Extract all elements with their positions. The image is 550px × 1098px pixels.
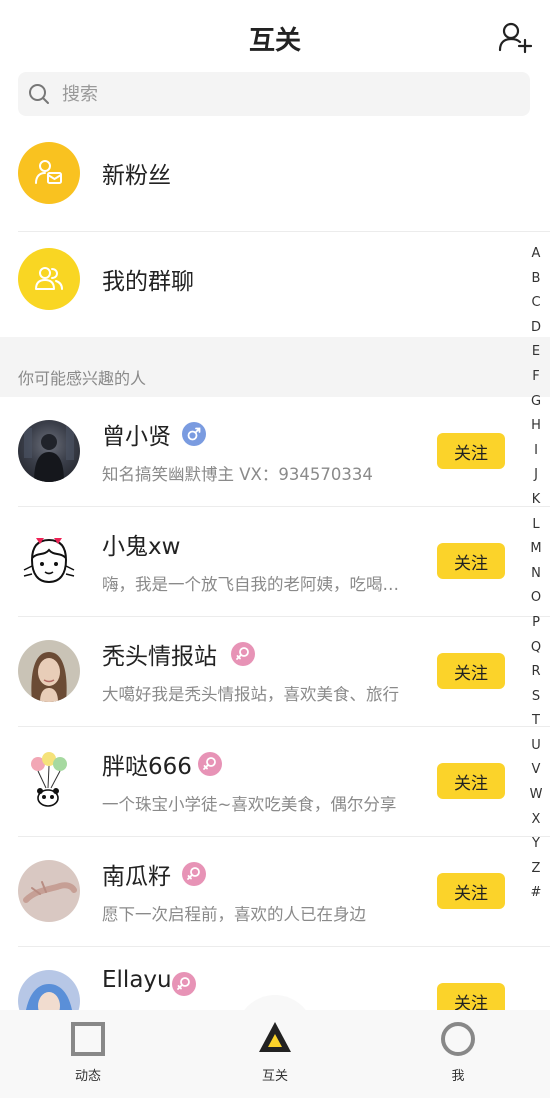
suggestion-row[interactable]: 秃头情报站 大噶好我是秃头情报站，喜欢美食、旅行 关注: [0, 617, 550, 727]
follow-button[interactable]: 关注: [437, 873, 505, 909]
new-fans-label: 新粉丝: [102, 163, 171, 189]
alphabet-letter[interactable]: J: [524, 463, 548, 488]
user-desc: 嗨，我是一个放飞自我的老阿姨，吃喝玩乐: [102, 575, 412, 594]
alphabet-letter[interactable]: N: [524, 562, 548, 587]
nav-label: 互关: [261, 1069, 288, 1084]
avatar-image: [31, 652, 67, 702]
nav-label: 动态: [74, 1069, 101, 1084]
user-name: 秃头情报站: [102, 644, 217, 670]
avatar[interactable]: [18, 420, 80, 482]
alphabet-index[interactable]: A B C D E F G H I J K L M N O P Q R S T U V W X Y Z #: [524, 242, 548, 906]
avatar[interactable]: [18, 640, 80, 702]
group-chat-entry[interactable]: 我的群聊: [0, 232, 550, 337]
group-chat-icon: [35, 267, 63, 290]
alphabet-letter[interactable]: S: [524, 685, 548, 710]
alphabet-letter[interactable]: X: [524, 808, 548, 833]
alphabet-letter[interactable]: C: [524, 291, 548, 316]
user-name: 南瓜籽: [102, 864, 171, 890]
alphabet-letter[interactable]: F: [524, 365, 548, 390]
user-desc: 一个珠宝小学徒~喜欢吃美食，偶尔分享: [102, 795, 397, 814]
header: 互关: [0, 0, 550, 72]
alphabet-letter[interactable]: T: [524, 709, 548, 734]
avatar-image: [24, 426, 74, 482]
search-input[interactable]: [62, 72, 502, 116]
suggestion-row[interactable]: 曾小贤 知名搞笑幽默博主 VX：934570334 关注: [0, 397, 550, 507]
page-title: 互关: [248, 26, 301, 56]
new-fans-entry[interactable]: 新粉丝: [0, 126, 550, 231]
female-icon: [198, 752, 222, 776]
section-header: 你可能感兴趣的人: [0, 337, 550, 397]
alphabet-letter[interactable]: #: [524, 881, 548, 906]
search-bar[interactable]: [18, 72, 530, 116]
nav-label: 我: [451, 1069, 465, 1084]
female-icon: [172, 972, 196, 996]
group-chat-badge: [18, 248, 80, 310]
alphabet-letter[interactable]: D: [524, 316, 548, 341]
user-desc: 愿下一次启程前，喜欢的人已在身边: [102, 905, 366, 924]
follow-button[interactable]: 关注: [437, 543, 505, 579]
alphabet-letter[interactable]: B: [524, 267, 548, 292]
new-fans-badge: [18, 142, 80, 204]
search-icon: [29, 84, 49, 104]
follow-button[interactable]: 关注: [437, 433, 505, 469]
add-friend-icon[interactable]: [498, 20, 532, 54]
user-name: Ellayu: [102, 967, 172, 993]
alphabet-letter[interactable]: G: [524, 390, 548, 415]
alphabet-letter[interactable]: V: [524, 758, 548, 783]
alphabet-letter[interactable]: Z: [524, 857, 548, 882]
circle-icon: [441, 1022, 475, 1056]
alphabet-letter[interactable]: A: [524, 242, 548, 267]
alphabet-letter[interactable]: H: [524, 414, 548, 439]
nav-tab-me[interactable]: 我: [398, 1010, 518, 1098]
user-name: 曾小贤: [102, 424, 171, 450]
square-icon: [71, 1022, 105, 1056]
user-desc: 大噶好我是秃头情报站，喜欢美食、旅行: [102, 685, 399, 704]
triangle-icon: [259, 1022, 291, 1052]
suggestion-row[interactable]: 南瓜籽 愿下一次启程前，喜欢的人已在身边 关注: [0, 837, 550, 947]
avatar-image: [31, 752, 67, 807]
alphabet-letter[interactable]: U: [524, 734, 548, 759]
avatar[interactable]: [18, 860, 80, 922]
group-chat-label: 我的群聊: [102, 269, 194, 295]
avatar-image: [23, 538, 75, 584]
alphabet-letter[interactable]: I: [524, 439, 548, 464]
male-icon: [182, 422, 206, 446]
user-desc: 知名搞笑幽默博主 VX：934570334: [102, 465, 373, 484]
screen: 互关 新粉丝: [0, 0, 550, 1098]
new-fans-icon: [35, 160, 62, 184]
bottom-nav: 动态 互关 我: [0, 1010, 550, 1098]
section-title: 你可能感兴趣的人: [18, 369, 147, 388]
alphabet-letter[interactable]: O: [524, 586, 548, 611]
suggestion-row[interactable]: 小鬼xw 嗨，我是一个放飞自我的老阿姨，吃喝玩乐 关注: [0, 507, 550, 617]
avatar[interactable]: [18, 530, 80, 592]
alphabet-letter[interactable]: R: [524, 660, 548, 685]
user-name: 胖哒666: [102, 754, 192, 780]
avatar[interactable]: [18, 750, 80, 812]
nav-tab-mutual[interactable]: 互关: [215, 1010, 335, 1098]
suggestion-row[interactable]: 胖哒666 一个珠宝小学徒~喜欢吃美食，偶尔分享 关注: [0, 727, 550, 837]
alphabet-letter[interactable]: K: [524, 488, 548, 513]
female-icon: [182, 862, 206, 886]
follow-button[interactable]: 关注: [437, 763, 505, 799]
alphabet-letter[interactable]: E: [524, 340, 548, 365]
alphabet-letter[interactable]: Q: [524, 636, 548, 661]
female-icon: [231, 642, 255, 666]
alphabet-letter[interactable]: M: [524, 537, 548, 562]
follow-button[interactable]: 关注: [437, 653, 505, 689]
user-name: 小鬼xw: [102, 534, 181, 560]
alphabet-letter[interactable]: W: [524, 783, 548, 808]
alphabet-letter[interactable]: P: [524, 611, 548, 636]
alphabet-letter[interactable]: L: [524, 513, 548, 538]
alphabet-letter[interactable]: Y: [524, 832, 548, 857]
nav-tab-feed[interactable]: 动态: [28, 1010, 148, 1098]
avatar-image: [23, 881, 77, 903]
